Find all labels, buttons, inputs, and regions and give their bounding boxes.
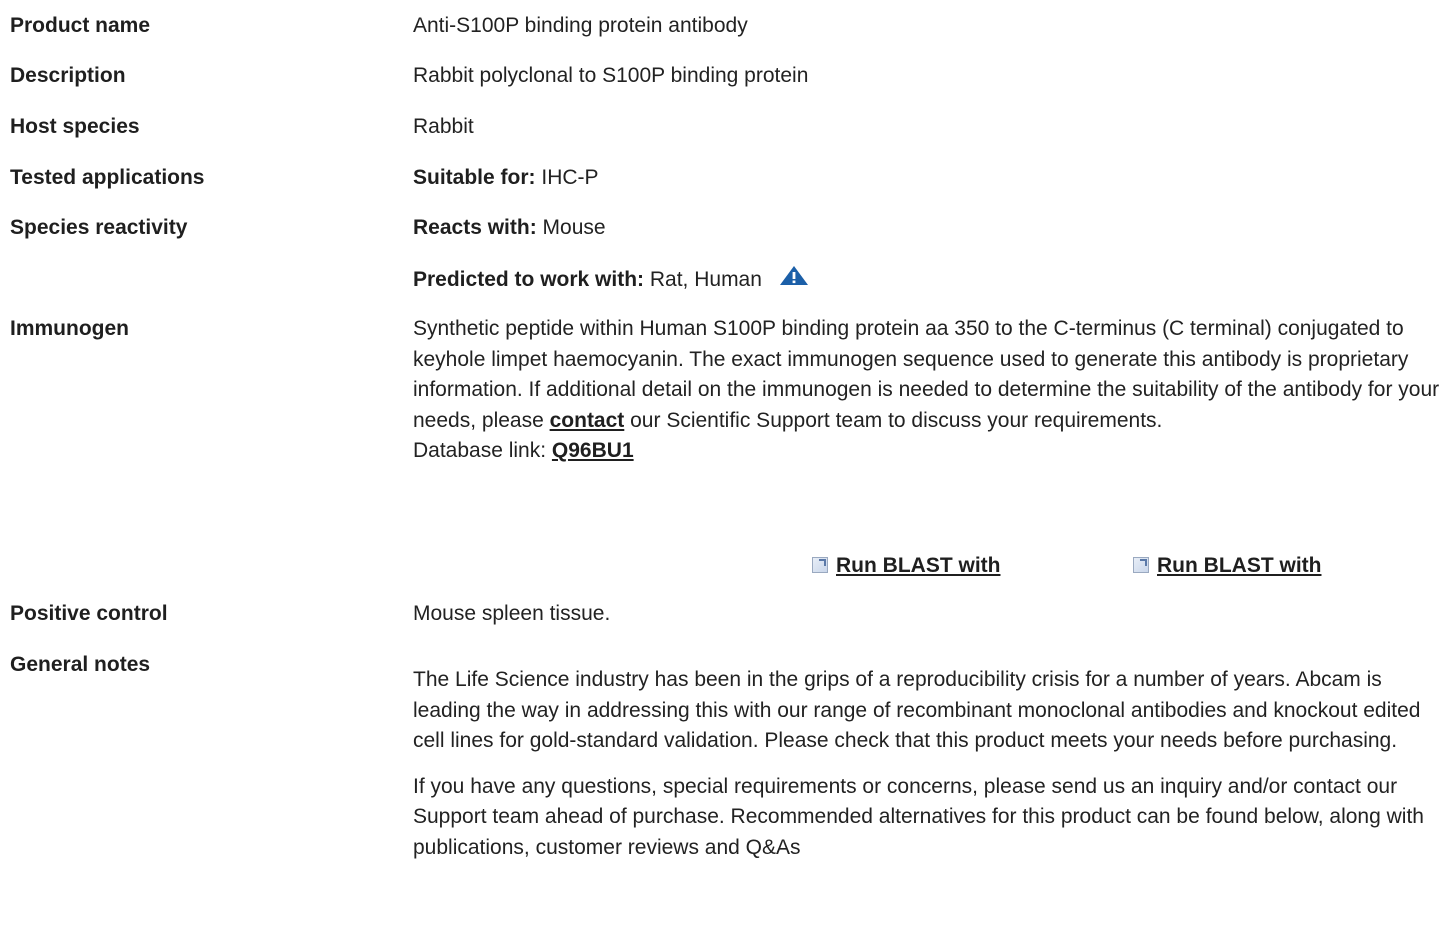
positive-control-value: Mouse spleen tissue. [413, 602, 611, 625]
positive-control-label: Positive control [10, 602, 168, 625]
immunogen-label: Immunogen [10, 317, 129, 340]
predicted-value: Predicted to work with: Rat, Human [413, 264, 1443, 295]
contact-link[interactable]: contact [550, 409, 625, 432]
species-reactivity-label: Species reactivity [10, 216, 188, 239]
predicted-prefix: Predicted to work with: [413, 268, 645, 291]
external-window-icon [812, 557, 828, 573]
run-blast-text-2[interactable]: Run BLAST with [1157, 554, 1321, 577]
database-link[interactable]: Q96BU1 [552, 439, 634, 462]
description-label: Description [10, 64, 126, 87]
general-notes-paragraph-1: The Life Science industry has been in th… [413, 668, 1421, 752]
host-species-label: Host species [10, 115, 140, 138]
description-value: Rabbit polyclonal to S100P binding prote… [413, 64, 809, 87]
product-name-label: Product name [10, 14, 151, 37]
host-species-value: Rabbit [413, 115, 474, 138]
predicted-species: Rat, Human [649, 268, 762, 291]
reacts-with-prefix: Reacts with: [413, 216, 537, 239]
run-blast-link-1[interactable]: Run BLAST with [812, 551, 1000, 581]
general-notes-value: The Life Science industry has been in th… [413, 665, 1443, 863]
reacts-with-value: Reacts with: Mouse [413, 213, 1443, 243]
external-window-icon [1133, 557, 1149, 573]
suitable-for-prefix: Suitable for: [413, 166, 536, 189]
database-link-prefix: Database link: [413, 439, 552, 462]
warning-triangle-icon[interactable] [778, 264, 810, 288]
reacts-with-species: Mouse [542, 216, 606, 239]
general-notes-label: General notes [10, 653, 151, 676]
run-blast-text-1[interactable]: Run BLAST with [836, 554, 1000, 577]
immunogen-text: Synthetic peptide within Human S100P bin… [413, 314, 1443, 436]
general-notes-paragraph-2: If you have any questions, special requi… [413, 774, 1424, 859]
suitable-for-value: IHC-P [541, 166, 599, 189]
run-blast-link-2[interactable]: Run BLAST with [1133, 551, 1321, 581]
tested-applications-label: Tested applications [10, 166, 205, 189]
immunogen-text-after: our Scientific Support team to discuss y… [624, 408, 1163, 432]
tested-applications-value: Suitable for: IHC-P [413, 163, 1443, 193]
immunogen-value: Synthetic peptide within Human S100P bin… [413, 314, 1443, 467]
product-name-value: Anti-S100P binding protein antibody [413, 14, 748, 37]
database-link-line: Database link: Q96BU1 [413, 436, 1443, 467]
